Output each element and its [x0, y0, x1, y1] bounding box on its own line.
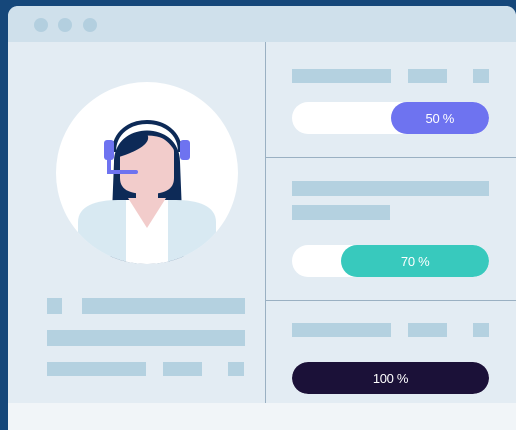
app-window: 50 % 70 % 100 %	[8, 6, 516, 430]
section1-line-b	[408, 69, 447, 83]
column-divider	[265, 42, 266, 403]
window-dot-2[interactable]	[58, 18, 72, 32]
section3-line-c	[473, 323, 489, 337]
progress-label-1: 50 %	[425, 110, 455, 126]
window-dot-3[interactable]	[83, 18, 97, 32]
profile-line-1	[82, 298, 245, 314]
progress-label-3: 100 %	[372, 370, 409, 386]
section3-line-a	[292, 323, 391, 337]
progress-label-2: 70 %	[400, 253, 430, 269]
profile-line-3c	[228, 362, 244, 376]
row-divider-2	[266, 300, 516, 301]
row-divider-1	[266, 157, 516, 158]
progress-bar-2: 70 %	[292, 245, 489, 277]
profile-line-3b	[163, 362, 202, 376]
profile-bullet	[47, 298, 62, 314]
section1-line-a	[292, 69, 391, 83]
section3-line-b	[408, 323, 447, 337]
window-dot-1[interactable]	[34, 18, 48, 32]
agent-avatar	[56, 82, 238, 264]
bottom-strip	[8, 403, 516, 430]
progress-fill-3: 100 %	[292, 362, 489, 394]
title-bar	[8, 6, 516, 42]
progress-fill-1: 50 %	[390, 102, 489, 134]
section2-line-b	[292, 205, 390, 220]
profile-line-2	[47, 330, 245, 346]
section1-line-c	[473, 69, 489, 83]
profile-line-3a	[47, 362, 146, 376]
progress-bar-3: 100 %	[292, 362, 489, 394]
progress-bar-1: 50 %	[292, 102, 489, 134]
support-agent-icon	[78, 120, 216, 264]
section2-line-a	[292, 181, 489, 196]
progress-fill-2: 70 %	[341, 245, 489, 277]
